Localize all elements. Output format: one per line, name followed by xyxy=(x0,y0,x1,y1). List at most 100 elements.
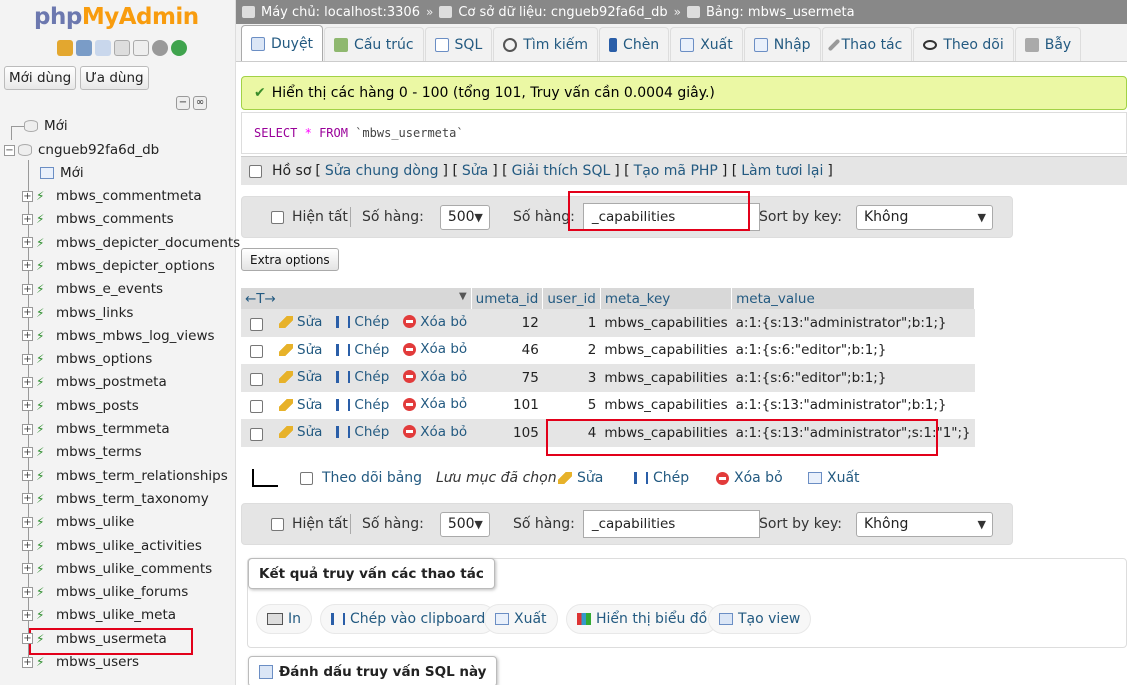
bookmark-query-title[interactable]: Đánh dấu truy vấn SQL này xyxy=(248,656,498,685)
table-structure-icon[interactable]: ⚡ xyxy=(36,493,50,505)
create-view-button[interactable]: Tạo view xyxy=(708,604,812,634)
breadcrumb-server[interactable]: Máy chủ: localhost:3306 xyxy=(261,5,420,20)
bulk-edit-button[interactable]: Sửa xyxy=(558,470,603,486)
table-structure-icon[interactable]: ⚡ xyxy=(36,376,50,388)
expand-icon[interactable]: + xyxy=(22,586,33,598)
cell-umeta-id[interactable]: 75 xyxy=(471,364,543,392)
table-structure-icon[interactable]: ⚡ xyxy=(36,353,50,365)
cell-umeta-id[interactable]: 46 xyxy=(471,336,543,364)
sidebar-table-item[interactable]: + ⚡ mbws_ulike_meta xyxy=(22,604,176,626)
cell-umeta-id[interactable]: 12 xyxy=(471,309,543,337)
row-delete-button[interactable]: Xóa bỏ xyxy=(403,341,467,357)
expand-icon[interactable]: + xyxy=(22,353,33,365)
sidebar-table-item[interactable]: + ⚡ mbws_postmeta xyxy=(22,371,167,393)
tab-export[interactable]: Xuất xyxy=(670,27,743,61)
show-all-toggle[interactable]: Hiện tất xyxy=(271,516,348,532)
sidebar-table-item[interactable]: + ⚡ mbws_ulike_forums xyxy=(22,581,188,603)
column-meta-value[interactable]: meta_value xyxy=(731,288,976,309)
expand-icon[interactable]: + xyxy=(22,656,33,668)
expand-icon[interactable]: + xyxy=(22,493,33,505)
tab-triggers[interactable]: Bẫy xyxy=(1014,27,1082,61)
table-structure-icon[interactable]: ⚡ xyxy=(36,656,50,668)
row-delete-button[interactable]: Xóa bỏ xyxy=(403,424,467,440)
cell-meta-key[interactable]: mbws_capabilities xyxy=(600,309,732,337)
row-checkbox[interactable] xyxy=(250,317,263,331)
sidebar-table-item[interactable]: + ⚡ mbws_ulike xyxy=(22,511,134,533)
home-icon[interactable] xyxy=(57,40,73,56)
column-toggle-header[interactable]: ←T→ ▼ xyxy=(241,288,472,309)
tree-item-database[interactable]: − cngueb92fa6d_db xyxy=(4,139,159,161)
row-delete-button[interactable]: Xóa bỏ xyxy=(403,369,467,385)
sidebar-table-item[interactable]: + ⚡ mbws_users xyxy=(22,651,139,673)
create-php-code-link[interactable]: Tạo mã PHP xyxy=(634,163,718,179)
tab-insert[interactable]: Chèn xyxy=(599,27,670,61)
tab-tracking[interactable]: Theo dõi xyxy=(913,27,1014,61)
inline-edit-link[interactable]: Sửa chung dòng xyxy=(325,163,439,179)
table-structure-icon[interactable]: ⚡ xyxy=(36,446,50,458)
row-checkbox[interactable] xyxy=(250,427,263,441)
cell-umeta-id[interactable]: 101 xyxy=(471,391,543,419)
tab-search[interactable]: Tìm kiếm xyxy=(493,27,599,61)
rows-select[interactable]: 500 ▼ xyxy=(439,511,490,537)
rows-select[interactable]: 500 ▼ xyxy=(439,204,490,230)
sidebar-table-item[interactable]: + ⚡ mbws_commentmeta xyxy=(22,185,202,207)
cell-umeta-id[interactable]: 105 xyxy=(471,419,543,447)
table-structure-icon[interactable]: ⚡ xyxy=(36,633,50,645)
show-all-checkbox[interactable] xyxy=(271,210,284,224)
cell-user-id[interactable]: 2 xyxy=(542,336,601,364)
table-structure-icon[interactable]: ⚡ xyxy=(36,237,50,249)
tree-item-new-table[interactable]: Mới xyxy=(40,162,84,184)
filter-rows-input[interactable]: _capabilities xyxy=(582,510,760,538)
expand-icon[interactable]: + xyxy=(22,633,33,645)
check-all-checkbox[interactable] xyxy=(300,471,313,485)
row-copy-button[interactable]: Chép xyxy=(336,397,389,413)
sidebar-table-item[interactable]: + ⚡ mbws_options xyxy=(22,348,152,370)
row-edit-button[interactable]: Sửa xyxy=(279,314,322,330)
table-structure-icon[interactable]: ⚡ xyxy=(36,516,50,528)
cell-meta-key[interactable]: mbws_capabilities xyxy=(600,391,732,419)
documentation-icon[interactable] xyxy=(114,40,130,56)
phpmyadmin-logo[interactable]: phpMyAdmin xyxy=(34,4,199,30)
tab-structure[interactable]: Cấu trúc xyxy=(324,27,424,61)
sidebar-table-item[interactable]: + ⚡ mbws_ulike_comments xyxy=(22,558,212,580)
query-window-icon[interactable] xyxy=(95,40,111,56)
row-checkbox[interactable] xyxy=(250,345,263,358)
sidebar-table-item[interactable]: + ⚡ mbws_mbws_log_views xyxy=(22,325,215,347)
sidebar-table-item[interactable]: + ⚡ mbws_usermeta xyxy=(22,628,167,650)
row-copy-button[interactable]: Chép xyxy=(336,342,389,358)
expand-icon[interactable]: + xyxy=(22,446,33,458)
row-copy-button[interactable]: Chép xyxy=(336,314,389,330)
tab-operations[interactable]: Thao tác xyxy=(821,27,913,61)
expand-icon[interactable]: + xyxy=(22,609,33,621)
row-edit-button[interactable]: Sửa xyxy=(279,369,322,385)
sidebar-table-item[interactable]: + ⚡ mbws_ulike_activities xyxy=(22,535,202,557)
collapse-icon[interactable]: − xyxy=(4,144,15,156)
export-button[interactable]: Xuất xyxy=(484,604,558,634)
cell-meta-value[interactable]: a:1:{s:13:"administrator";b:1;} xyxy=(731,391,975,419)
expand-icon[interactable]: + xyxy=(22,330,33,342)
cell-meta-value[interactable]: a:1:{s:13:"administrator";b:1;} xyxy=(731,309,975,337)
reload-icon[interactable] xyxy=(171,40,187,56)
copy-to-clipboard-button[interactable]: Chép vào clipboard xyxy=(320,604,497,634)
expand-icon[interactable]: + xyxy=(22,260,33,272)
cell-meta-value[interactable]: a:1:{s:6:"editor";b:1;} xyxy=(731,336,975,364)
refresh-link[interactable]: Làm tươi lại xyxy=(741,163,823,179)
sidebar-table-item[interactable]: + ⚡ mbws_depicter_options xyxy=(22,255,215,277)
expand-icon[interactable]: + xyxy=(22,400,33,412)
row-copy-button[interactable]: Chép xyxy=(336,369,389,385)
row-edit-button[interactable]: Sửa xyxy=(279,397,322,413)
bulk-export-button[interactable]: Xuất xyxy=(808,470,860,486)
row-delete-button[interactable]: Xóa bỏ xyxy=(403,396,467,412)
docs-icon[interactable] xyxy=(133,40,149,56)
sidebar-table-item[interactable]: + ⚡ mbws_term_taxonomy xyxy=(22,488,209,510)
favorite-tables-button[interactable]: Ưa dùng xyxy=(80,66,149,90)
sql-query-box[interactable]: SELECT * FROM `mbws_usermeta` xyxy=(241,112,1127,154)
sidebar-table-item[interactable]: + ⚡ mbws_term_relationships xyxy=(22,465,228,487)
table-structure-icon[interactable]: ⚡ xyxy=(36,609,50,621)
table-structure-icon[interactable]: ⚡ xyxy=(36,283,50,295)
table-structure-icon[interactable]: ⚡ xyxy=(36,190,50,202)
table-structure-icon[interactable]: ⚡ xyxy=(36,260,50,272)
table-structure-icon[interactable]: ⚡ xyxy=(36,423,50,435)
edit-query-link[interactable]: Sửa xyxy=(462,163,488,179)
tree-item-new-database[interactable]: Mới xyxy=(24,115,68,137)
